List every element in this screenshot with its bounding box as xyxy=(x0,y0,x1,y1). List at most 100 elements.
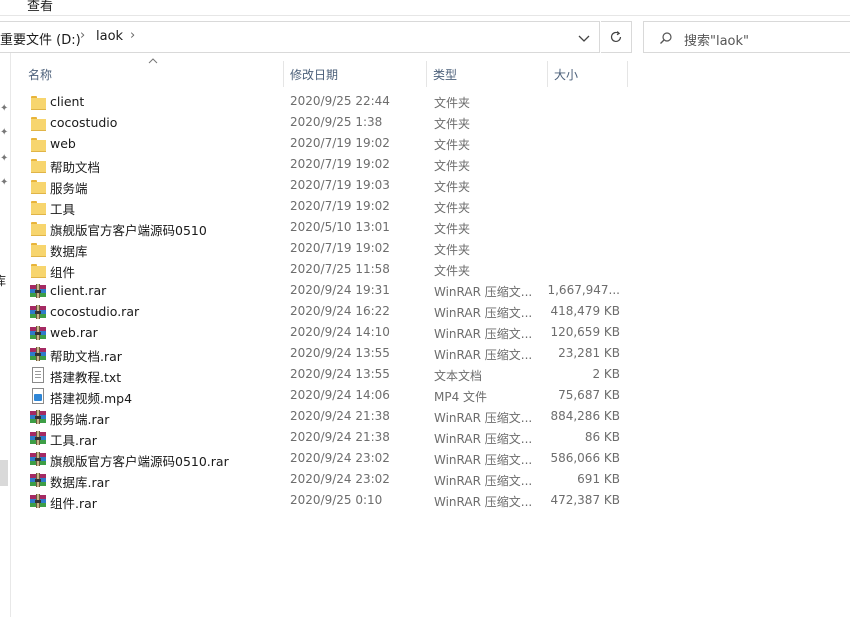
file-date-modified: 2020/7/25 11:58 xyxy=(290,262,390,276)
file-size: 2 KB xyxy=(592,367,620,381)
file-row[interactable]: 服务端 2020/7/19 19:03 文件夹 xyxy=(22,176,642,197)
pin-icon[interactable]: ✦ xyxy=(0,103,8,114)
rar-archive-icon xyxy=(30,472,46,488)
file-row[interactable]: web 2020/7/19 19:02 文件夹 xyxy=(22,134,642,155)
file-date-modified: 2020/9/24 14:10 xyxy=(290,325,390,339)
file-row[interactable]: 数据库 2020/7/19 19:02 文件夹 xyxy=(22,239,642,260)
text-file-icon xyxy=(32,367,44,383)
file-type: 文件夹 xyxy=(434,96,471,110)
file-type: MP4 文件 xyxy=(434,390,488,404)
file-type: WinRAR 压缩文... xyxy=(434,453,533,467)
file-type: 文件夹 xyxy=(434,117,471,131)
file-row[interactable]: client 2020/9/25 22:44 文件夹 xyxy=(22,92,642,113)
nav-item-selected[interactable] xyxy=(0,460,8,486)
file-row[interactable]: web.rar 2020/9/24 14:10 WinRAR 压缩文... 120,6… xyxy=(22,323,642,344)
file-type: WinRAR 压缩文... xyxy=(434,306,533,320)
file-date-modified: 2020/5/10 13:01 xyxy=(290,220,390,234)
file-size: 586,066 KB xyxy=(550,451,620,465)
search-box[interactable]: 搜索"laok" xyxy=(643,21,850,53)
file-name: client xyxy=(50,94,85,109)
file-name: 搭建教程.txt xyxy=(50,370,122,385)
folder-icon xyxy=(31,117,46,131)
ribbon-tab-view[interactable]: 查看 xyxy=(27,0,53,14)
file-name: 数据库.rar xyxy=(50,475,110,490)
file-date-modified: 2020/9/24 16:22 xyxy=(290,304,390,318)
folder-icon xyxy=(31,264,46,278)
file-row[interactable]: client.rar 2020/9/24 19:31 WinRAR 压缩文... 1,… xyxy=(22,281,642,302)
pin-icon[interactable]: ✦ xyxy=(0,177,8,188)
breadcrumb-separator[interactable]: › xyxy=(130,28,135,43)
file-date-modified: 2020/9/24 21:38 xyxy=(290,430,390,444)
file-row[interactable]: 帮助文档 2020/7/19 19:02 文件夹 xyxy=(22,155,642,176)
file-row[interactable]: 搭建视频.mp4 2020/9/24 14:06 MP4 文件 75,687 KB xyxy=(22,386,642,407)
file-type: WinRAR 压缩文... xyxy=(434,348,533,362)
file-row[interactable]: 旗舰版官方客户端源码0510 2020/5/10 13:01 文件夹 xyxy=(22,218,642,239)
refresh-icon xyxy=(610,31,622,43)
file-list: client 2020/9/25 22:44 文件夹 cocostudio 2020/9… xyxy=(22,92,642,512)
pin-icon[interactable]: ✦ xyxy=(0,127,8,138)
nav-item-library[interactable]: 库 xyxy=(0,272,6,289)
rar-archive-icon xyxy=(30,430,46,446)
file-size: 75,687 KB xyxy=(558,388,620,402)
column-divider[interactable] xyxy=(627,61,628,87)
file-type: WinRAR 压缩文... xyxy=(434,285,533,299)
file-size: 418,479 KB xyxy=(550,304,620,318)
file-date-modified: 2020/7/19 19:02 xyxy=(290,199,390,213)
file-date-modified: 2020/9/25 0:10 xyxy=(290,493,383,507)
column-header-size[interactable]: 大小 xyxy=(548,61,628,87)
file-row[interactable]: 工具.rar 2020/9/24 21:38 WinRAR 压缩文... 86 KB xyxy=(22,428,642,449)
rar-archive-icon xyxy=(30,493,46,509)
column-header-name[interactable]: 名称 xyxy=(22,61,284,87)
file-name: 工具.rar xyxy=(50,433,97,448)
refresh-button[interactable] xyxy=(601,21,632,53)
file-size: 23,281 KB xyxy=(558,346,620,360)
file-name: client.rar xyxy=(50,283,107,298)
file-row[interactable]: 数据库.rar 2020/9/24 23:02 WinRAR 压缩文... 691 K… xyxy=(22,470,642,491)
file-row[interactable]: 服务端.rar 2020/9/24 21:38 WinRAR 压缩文... 884,2… xyxy=(22,407,642,428)
file-date-modified: 2020/9/24 19:31 xyxy=(290,283,390,297)
file-row[interactable]: 帮助文档.rar 2020/9/24 13:55 WinRAR 压缩文... 23,2… xyxy=(22,344,642,365)
column-header-date[interactable]: 修改日期 xyxy=(284,61,427,87)
rar-archive-icon xyxy=(30,451,46,467)
pin-icon[interactable]: ✦ xyxy=(0,153,8,164)
file-type: WinRAR 压缩文... xyxy=(434,495,533,509)
folder-icon xyxy=(31,201,46,215)
file-size: 472,387 KB xyxy=(550,493,620,507)
file-type: 文件夹 xyxy=(434,264,471,278)
file-row[interactable]: cocostudio 2020/9/25 1:38 文件夹 xyxy=(22,113,642,134)
breadcrumb-separator[interactable]: › xyxy=(80,28,85,43)
ribbon-bar: 查看 xyxy=(0,0,850,16)
folder-icon xyxy=(31,180,46,194)
address-bar[interactable]: 重要文件 (D:) › laok › xyxy=(0,21,600,53)
file-name: cocostudio xyxy=(50,115,118,130)
file-type: 文本文档 xyxy=(434,369,483,383)
file-name: 帮助文档 xyxy=(50,160,101,175)
rar-archive-icon xyxy=(30,304,46,320)
file-type: WinRAR 压缩文... xyxy=(434,474,533,488)
file-name: 帮助文档.rar xyxy=(50,349,122,364)
file-row[interactable]: 工具 2020/7/19 19:02 文件夹 xyxy=(22,197,642,218)
file-row[interactable]: 组件.rar 2020/9/25 0:10 WinRAR 压缩文... 472,387… xyxy=(22,491,642,512)
file-date-modified: 2020/9/24 14:06 xyxy=(290,388,390,402)
folder-icon xyxy=(31,243,46,257)
rar-archive-icon xyxy=(30,409,46,425)
file-date-modified: 2020/9/24 13:55 xyxy=(290,346,390,360)
file-name: 旗舰版官方客户端源码0510.rar xyxy=(50,454,229,469)
file-name: 组件.rar xyxy=(50,496,97,511)
file-size: 86 KB xyxy=(584,430,620,444)
file-size: 1,667,947... xyxy=(547,283,620,297)
file-row[interactable]: cocostudio.rar 2020/9/24 16:22 WinRAR 压缩文.… xyxy=(22,302,642,323)
chevron-down-icon[interactable] xyxy=(576,30,592,46)
file-name: 旗舰版官方客户端源码0510 xyxy=(50,223,207,238)
file-row[interactable]: 旗舰版官方客户端源码0510.rar 2020/9/24 23:02 WinRAR … xyxy=(22,449,642,470)
breadcrumb-drive[interactable]: 重要文件 (D:) xyxy=(0,29,81,48)
file-row[interactable]: 搭建教程.txt 2020/9/24 13:55 文本文档 2 KB xyxy=(22,365,642,386)
file-size: 691 KB xyxy=(577,472,620,486)
column-header-type[interactable]: 类型 xyxy=(427,61,548,87)
file-row[interactable]: 组件 2020/7/25 11:58 文件夹 xyxy=(22,260,642,281)
file-date-modified: 2020/9/24 23:02 xyxy=(290,451,390,465)
folder-icon xyxy=(31,138,46,152)
breadcrumb-folder[interactable]: laok xyxy=(96,29,123,44)
file-type: WinRAR 压缩文... xyxy=(434,432,533,446)
search-input[interactable]: 搜索"laok" xyxy=(684,30,749,49)
